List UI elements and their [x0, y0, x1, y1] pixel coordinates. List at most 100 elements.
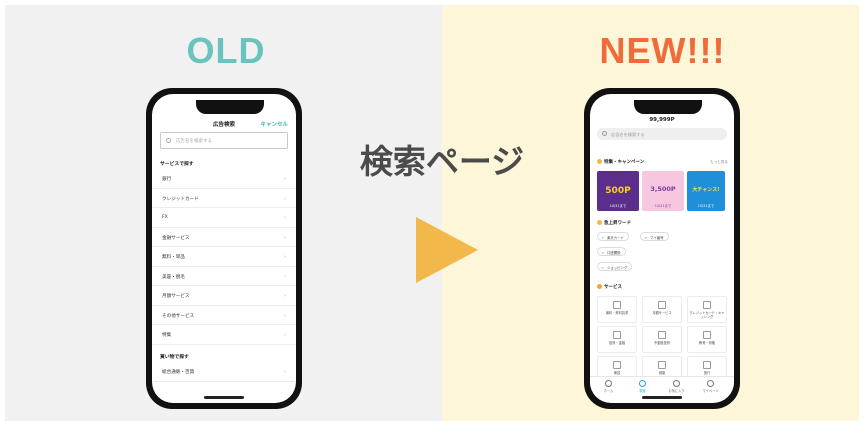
chevron-right-icon: › [284, 332, 286, 338]
search-icon [639, 380, 646, 387]
list-item-label: 無料・単品 [162, 255, 185, 260]
service-label: 不動産投資 [654, 341, 670, 345]
campaign-banner[interactable]: 500P 10/31まで [597, 171, 639, 211]
list-item-label: 美容・脱毛 [162, 274, 185, 280]
section-title-services: サービスで探す [160, 162, 194, 167]
section-label: 特集・キャンペーン [604, 160, 645, 165]
heading-new: NEW!!! [599, 30, 726, 71]
home-icon [605, 380, 612, 387]
chevron-right-icon: › [284, 293, 286, 299]
list-item[interactable]: その他サービス › [152, 306, 296, 325]
chevron-right-icon: › [284, 312, 286, 319]
list-item-label: 金融サービス [162, 235, 190, 241]
keyword-chip[interactable]: ↗ マイ番号 [640, 232, 669, 241]
list-item[interactable]: 金融サービス › [152, 228, 296, 247]
service-tile[interactable]: 投資・金融 [597, 326, 637, 353]
search-icon [166, 138, 171, 143]
book-icon [703, 331, 711, 339]
tab-search[interactable]: 検索 [628, 380, 657, 393]
keyword-label: ショッピング [607, 266, 628, 270]
list-item[interactable]: 銀行 › [152, 169, 296, 189]
list-item-label: 特集 [162, 333, 172, 338]
service-label: 無料・資料請求 [605, 311, 629, 315]
keyword-chip[interactable]: ↗ ショッピング [597, 262, 633, 271]
more-link[interactable]: もっと見る [710, 160, 728, 165]
phone-notch [196, 100, 264, 114]
tab-label: ホーム [603, 389, 614, 393]
campaign-banner[interactable]: 大チャンス! 10/31まで [687, 171, 725, 211]
service-label: 教育・資格 [699, 341, 715, 345]
service-tile[interactable]: 月額サービス [642, 296, 682, 323]
campaign-banners: 500P 10/31まで 3,500P 10/31まで 大チャンス! 10/31… [597, 171, 734, 211]
heading-old: OLD [186, 30, 266, 71]
search-input[interactable]: 広告名を検索する [160, 132, 288, 149]
points-balance: 99,999P [649, 117, 675, 123]
service-label: 健康 [658, 371, 666, 375]
flame-icon [597, 220, 602, 225]
chevron-right-icon: › [284, 273, 286, 280]
list-item-label: クレジットカード [162, 196, 199, 202]
tab-mypage[interactable]: マイページ [696, 380, 725, 393]
campaign-banner[interactable]: 3,500P 10/31まで [642, 171, 684, 211]
center-label: 検索ページ [359, 142, 525, 181]
service-label: 旅行 [703, 371, 711, 375]
search-icon [602, 131, 607, 136]
service-tile[interactable]: 教育・資格 [687, 326, 727, 353]
chevron-right-icon: › [284, 176, 286, 182]
banner-headline: 500P [605, 186, 631, 196]
chevron-right-icon: › [284, 369, 286, 375]
key-icon [597, 159, 602, 164]
search-input[interactable]: 広告名を検索する [597, 128, 727, 140]
chevron-right-icon: › [284, 195, 286, 202]
list-item[interactable]: 無料・単品 › [152, 247, 296, 267]
section-title-shopping: 買い物で探す [160, 355, 189, 360]
chevron-right-icon: › [284, 254, 286, 260]
keyword-chip[interactable]: ↗ 口座開設 [597, 247, 626, 256]
phone-new: 99,999P 広告名を検索する 特集・キャンペーン もっと見る 500P 10… [584, 88, 740, 409]
phone-notch [634, 100, 702, 114]
list-item-label: 銀行 [162, 177, 172, 182]
phone-old: 広告検索 キャンセル 広告名を検索する サービスで探す 銀行 › クレジットカード… [146, 88, 302, 409]
list-item[interactable]: クレジットカード › [152, 189, 296, 208]
service-tile[interactable]: 無料・資料請求 [597, 296, 637, 323]
list-item-label: 月額サービス [162, 294, 190, 299]
service-tile[interactable]: 不動産投資 [642, 326, 682, 353]
chevron-right-icon: › [284, 215, 286, 221]
service-label: 投資・金融 [609, 341, 625, 345]
keyword-chip[interactable]: ↗ 楽天カード [597, 232, 629, 241]
list-item[interactable]: 美容・脱毛 › [152, 267, 296, 286]
banner-caption: 10/31まで [654, 204, 672, 208]
search-placeholder: 広告名を検索する [176, 139, 212, 144]
list-item[interactable]: 月額サービス › [152, 286, 296, 306]
cancel-button[interactable]: キャンセル [260, 120, 288, 128]
list-item-label: FX [162, 215, 168, 220]
service-label: クレジットカード・キャッシング [689, 311, 725, 319]
section-title-services: サービス [597, 284, 622, 290]
tab-home[interactable]: ホーム [594, 380, 623, 393]
old-service-list: 銀行 › クレジットカード › FX › 金融サービス › 無料・単品 › 美容・脱毛 › … [152, 169, 296, 345]
service-label: 月額サービス [652, 311, 672, 315]
new-screen: 99,999P 広告名を検索する 特集・キャンペーン もっと見る 500P 10… [590, 94, 734, 403]
home-indicator [642, 396, 682, 399]
chevron-right-icon: › [284, 234, 286, 241]
service-tile[interactable]: クレジットカード・キャッシング [687, 296, 727, 323]
search-placeholder: 広告名を検索する [611, 131, 645, 137]
list-item[interactable]: FX › [152, 208, 296, 228]
banner-caption: 10/31まで [697, 204, 715, 208]
list-item[interactable]: 特集 › [152, 325, 296, 345]
section-label: サービス [604, 285, 622, 290]
beauty-icon [613, 361, 621, 369]
section-label: 急上昇ワード [604, 221, 631, 226]
old-screen: 広告検索 キャンセル 広告名を検索する サービスで探す 銀行 › クレジットカード… [152, 94, 296, 403]
credit-card-icon [703, 301, 711, 309]
arrow-right-icon [416, 217, 478, 283]
tab-favorites[interactable]: お気に入り [662, 380, 691, 393]
old-header: 広告検索 キャンセル [152, 116, 296, 130]
heart-icon [673, 380, 680, 387]
chart-icon [658, 331, 666, 339]
banner-caption: 10/31まで [609, 204, 627, 208]
list-item[interactable]: 総合通販・百貨 › [152, 362, 296, 382]
old-shopping-list: 総合通販・百貨 › [152, 362, 296, 382]
list-item-label: 総合通販・百貨 [162, 370, 195, 375]
tab-label: お気に入り [668, 389, 685, 393]
